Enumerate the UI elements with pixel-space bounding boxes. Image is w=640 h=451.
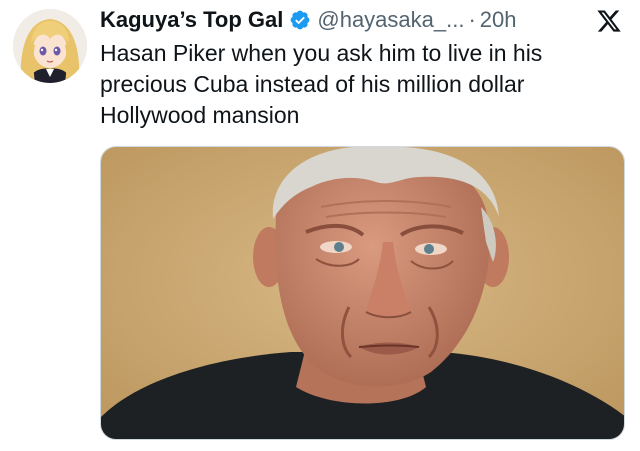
tweet-header: Kaguya’s Top Gal @hayasaka_... · 20h bbox=[100, 6, 517, 34]
tweet-text: Hasan Piker when you ask him to live in … bbox=[100, 40, 543, 128]
separator-dot: · bbox=[468, 7, 476, 32]
timestamp[interactable]: 20h bbox=[480, 6, 517, 34]
handle[interactable]: @hayasaka_... bbox=[317, 6, 464, 34]
tweet-media-photo[interactable] bbox=[100, 146, 625, 440]
tweet-card[interactable]: Kaguya’s Top Gal @hayasaka_... · 20h Has… bbox=[0, 0, 640, 451]
display-name[interactable]: Kaguya’s Top Gal bbox=[100, 6, 283, 34]
x-logo-icon[interactable] bbox=[596, 8, 622, 34]
avatar[interactable] bbox=[13, 9, 87, 83]
anime-avatar-icon bbox=[13, 9, 87, 83]
photo-older-man-portrait bbox=[101, 147, 624, 439]
verified-badge-icon bbox=[290, 10, 310, 30]
